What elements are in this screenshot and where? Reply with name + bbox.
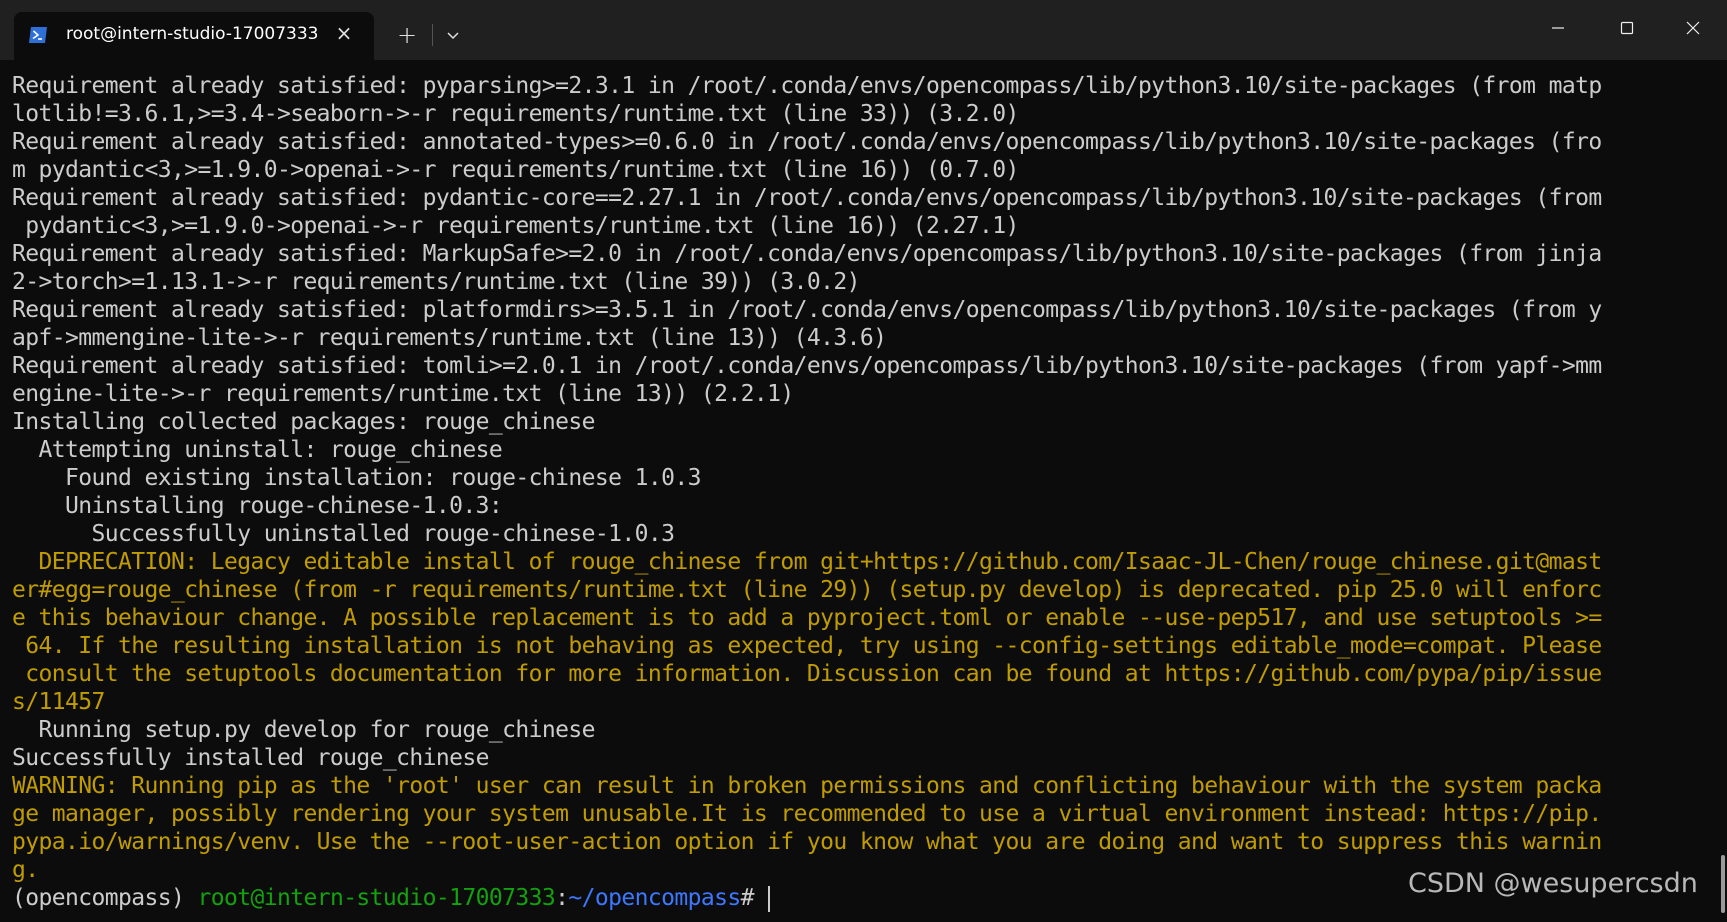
tab-divider [432, 24, 433, 46]
close-icon [1685, 20, 1701, 40]
terminal-line: e this behaviour change. A possible repl… [12, 605, 1602, 631]
terminal-line: apf->mmengine-lite->-r requirements/runt… [12, 325, 887, 351]
terminal-window: root@intern-studio-17007333 × + Requirem… [0, 0, 1727, 922]
terminal-line: ge manager, possibly rendering your syst… [12, 801, 1602, 827]
prompt-user-host: root@intern-studio-17007333 [197, 885, 556, 911]
minimize-button[interactable] [1523, 0, 1592, 60]
prompt-symbol: # [740, 885, 755, 911]
scrollbar-thumb[interactable] [1721, 855, 1725, 913]
prompt-path: ~/opencompass [568, 885, 741, 911]
terminal-line: Attempting uninstall: rouge_chinese [12, 437, 503, 463]
watermark: CSDN @wesupercsdn [1408, 868, 1698, 899]
terminal-line: 64. If the resulting installation is not… [12, 633, 1602, 659]
terminal-line: Requirement already satisfied: MarkupSaf… [12, 241, 1602, 267]
terminal-line: pydantic<3,>=1.9.0->openai->-r requireme… [12, 213, 1019, 239]
chevron-down-icon[interactable] [438, 20, 468, 50]
terminal-line: Requirement already satisfied: annotated… [12, 129, 1602, 155]
terminal-line: engine-lite->-r requirements/runtime.txt… [12, 381, 794, 407]
powershell-icon [28, 25, 48, 45]
terminal-line: Running setup.py develop for rouge_chine… [12, 717, 595, 743]
prompt-colon: : [555, 885, 569, 911]
tab-title: root@intern-studio-17007333 [66, 24, 319, 44]
maximize-icon [1619, 20, 1635, 40]
prompt-env: (opencompass) [12, 885, 198, 911]
title-bar: root@intern-studio-17007333 × + [0, 0, 1727, 60]
terminal-line: lotlib!=3.6.1,>=3.4->seaborn->-r require… [12, 101, 1019, 127]
terminal-tab[interactable]: root@intern-studio-17007333 × [14, 12, 374, 60]
terminal-line: WARNING: Running pip as the 'root' user … [12, 773, 1602, 799]
terminal-output[interactable]: Requirement already satisfied: pyparsing… [0, 60, 1727, 922]
terminal-line: m pydantic<3,>=1.9.0->openai->-r require… [12, 157, 1019, 183]
terminal-line: 2->torch>=1.13.1->-r requirements/runtim… [12, 269, 860, 295]
terminal-line: Installing collected packages: rouge_chi… [12, 409, 595, 435]
terminal-line: Requirement already satisfied: platformd… [12, 297, 1602, 323]
close-window-button[interactable] [1658, 0, 1727, 60]
terminal-line: pypa.io/warnings/venv. Use the --root-us… [12, 829, 1602, 855]
terminal-line: Successfully installed rouge_chinese [12, 745, 490, 771]
terminal-line: s/11457 [12, 689, 105, 715]
terminal-lines: Requirement already satisfied: pyparsing… [12, 72, 1602, 912]
terminal-line: Requirement already satisfied: tomli>=2.… [12, 353, 1602, 379]
command-prompt[interactable]: (opencompass) root@intern-studio-1700733… [12, 884, 1602, 912]
terminal-line: consult the setuptools documentation for… [12, 661, 1602, 687]
maximize-button[interactable] [1592, 0, 1661, 60]
terminal-line: Found existing installation: rouge-chine… [12, 465, 701, 491]
terminal-line: Requirement already satisfied: pydantic-… [12, 185, 1602, 211]
terminal-line: Requirement already satisfied: pyparsing… [12, 73, 1602, 99]
new-tab-button[interactable]: + [390, 20, 424, 50]
terminal-line: Uninstalling rouge-chinese-1.0.3: [12, 493, 503, 519]
terminal-line: Successfully uninstalled rouge-chinese-1… [12, 521, 675, 547]
minimize-icon [1550, 20, 1566, 40]
text-cursor [767, 885, 770, 912]
terminal-line: DEPRECATION: Legacy editable install of … [12, 549, 1602, 575]
terminal-line: er#egg=rouge_chinese (from -r requiremen… [12, 577, 1602, 603]
tab-close-icon[interactable]: × [332, 21, 356, 45]
terminal-line: g. [12, 857, 39, 883]
